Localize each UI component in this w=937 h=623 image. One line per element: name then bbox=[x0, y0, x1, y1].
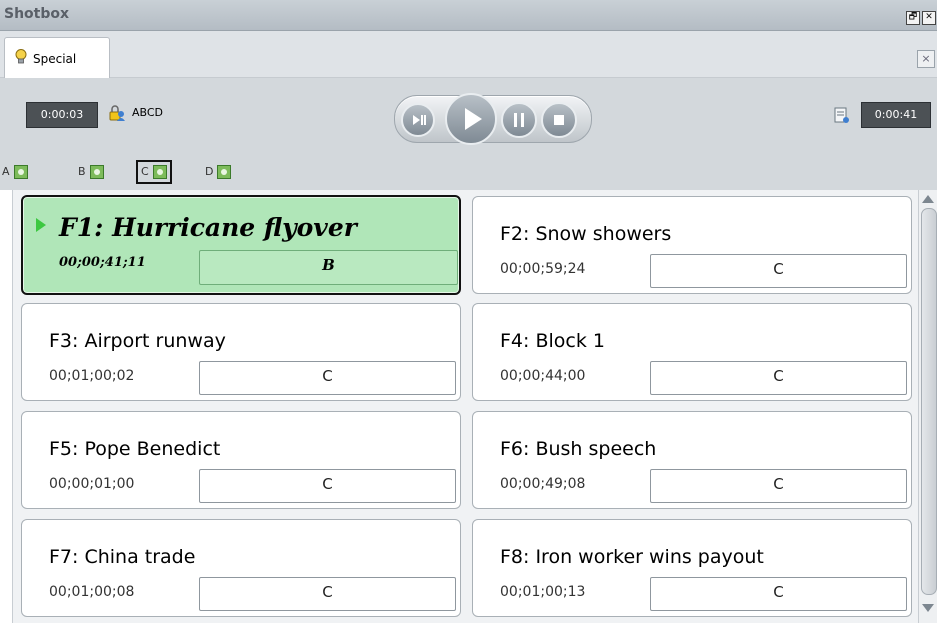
step-play-button[interactable] bbox=[401, 103, 435, 137]
remaining-time: 0:00:41 bbox=[861, 102, 931, 128]
user-label: ABCD bbox=[132, 106, 164, 119]
shot-bank-field[interactable]: C bbox=[650, 577, 907, 611]
play-button[interactable] bbox=[445, 93, 497, 145]
stop-button[interactable] bbox=[541, 102, 577, 138]
playlist-icon[interactable] bbox=[834, 107, 850, 125]
shot-timecode: 00;00;01;00 bbox=[49, 476, 135, 492]
tab-label: Special bbox=[33, 52, 77, 66]
scroll-down-icon[interactable] bbox=[922, 604, 934, 612]
shot-title: F3: Airport runway bbox=[49, 330, 226, 352]
shot-timecode: 00;01;00;02 bbox=[49, 368, 135, 384]
bank-a-icon bbox=[13, 165, 28, 179]
shot-bank-field[interactable]: C bbox=[199, 577, 456, 611]
close-window-button[interactable]: ✕ bbox=[922, 11, 936, 25]
bank-a[interactable]: A bbox=[2, 162, 28, 182]
shot-title: F8: Iron worker wins payout bbox=[500, 546, 764, 568]
bank-b-label: B bbox=[78, 165, 86, 178]
step-play-icon bbox=[413, 115, 426, 125]
elapsed-time: 0:00:03 bbox=[26, 102, 98, 128]
bank-d-label: D bbox=[205, 165, 214, 178]
lightbulb-icon bbox=[15, 49, 27, 64]
shot-title: F4: Block 1 bbox=[500, 330, 605, 352]
shot-bank-field[interactable]: C bbox=[199, 361, 456, 395]
shot-title: F7: China trade bbox=[49, 546, 196, 568]
bank-c-icon bbox=[152, 165, 167, 179]
shot-card-f3[interactable]: F3: Airport runway 00;01;00;02 C bbox=[21, 303, 461, 401]
shot-timecode: 00;01;00;13 bbox=[500, 584, 586, 600]
shot-bank-field[interactable]: C bbox=[650, 361, 907, 395]
transport-controls bbox=[394, 93, 592, 145]
shot-card-f6[interactable]: F6: Bush speech 00;00;49;08 C bbox=[472, 411, 912, 509]
close-tab-button[interactable]: × bbox=[917, 50, 935, 68]
tab-strip: Special bbox=[0, 31, 937, 78]
shot-card-f7[interactable]: F7: China trade 00;01;00;08 C bbox=[21, 519, 461, 617]
shot-title: F1: Hurricane flyover bbox=[59, 213, 357, 242]
shot-grid: F1: Hurricane flyover 00;00;41;11 B F2: … bbox=[12, 190, 919, 623]
tab-special[interactable]: Special bbox=[4, 37, 110, 78]
bank-b[interactable]: B bbox=[78, 162, 104, 182]
shot-card-f4[interactable]: F4: Block 1 00;00;44;00 C bbox=[472, 303, 912, 401]
vertical-scrollbar[interactable] bbox=[918, 190, 937, 623]
window-title: Shotbox bbox=[4, 6, 70, 22]
bank-c-label: C bbox=[141, 165, 149, 178]
pause-button[interactable] bbox=[501, 102, 537, 138]
user-lock-icon bbox=[109, 105, 125, 121]
shot-bank-field[interactable]: B bbox=[199, 250, 458, 285]
shot-bank-field[interactable]: C bbox=[650, 254, 907, 288]
shot-bank-field[interactable]: C bbox=[650, 469, 907, 503]
window-titlebar: Shotbox 🗗 ✕ bbox=[0, 0, 937, 31]
shot-timecode: 00;00;44;00 bbox=[500, 368, 586, 384]
playing-indicator-icon bbox=[36, 218, 46, 232]
restore-button[interactable]: 🗗 bbox=[906, 11, 920, 25]
shot-card-f1[interactable]: F1: Hurricane flyover 00;00;41;11 B bbox=[21, 195, 461, 295]
scroll-up-icon[interactable] bbox=[922, 195, 934, 203]
shot-card-f8[interactable]: F8: Iron worker wins payout 00;01;00;13 … bbox=[472, 519, 912, 617]
play-icon bbox=[465, 108, 482, 130]
stop-icon bbox=[554, 115, 564, 125]
shot-title: F6: Bush speech bbox=[500, 438, 657, 460]
shot-timecode: 00;01;00;08 bbox=[49, 584, 135, 600]
shot-timecode: 00;00;59;24 bbox=[500, 261, 586, 277]
bank-b-icon bbox=[89, 165, 104, 179]
shot-timecode: 00;00;49;08 bbox=[500, 476, 586, 492]
shot-card-f2[interactable]: F2: Snow showers 00;00;59;24 C bbox=[472, 196, 912, 294]
shot-timecode: 00;00;41;11 bbox=[59, 255, 146, 270]
bank-c[interactable]: C bbox=[136, 160, 172, 184]
shot-bank-field[interactable]: C bbox=[199, 469, 456, 503]
bank-a-label: A bbox=[2, 165, 10, 178]
bank-d[interactable]: D bbox=[205, 162, 232, 182]
shot-title: F2: Snow showers bbox=[500, 223, 672, 245]
pause-icon bbox=[514, 113, 524, 127]
shot-title: F5: Pope Benedict bbox=[49, 438, 221, 460]
scrollbar-thumb[interactable] bbox=[921, 208, 937, 595]
bank-d-icon bbox=[217, 165, 232, 179]
shot-card-f5[interactable]: F5: Pope Benedict 00;00;01;00 C bbox=[21, 411, 461, 509]
